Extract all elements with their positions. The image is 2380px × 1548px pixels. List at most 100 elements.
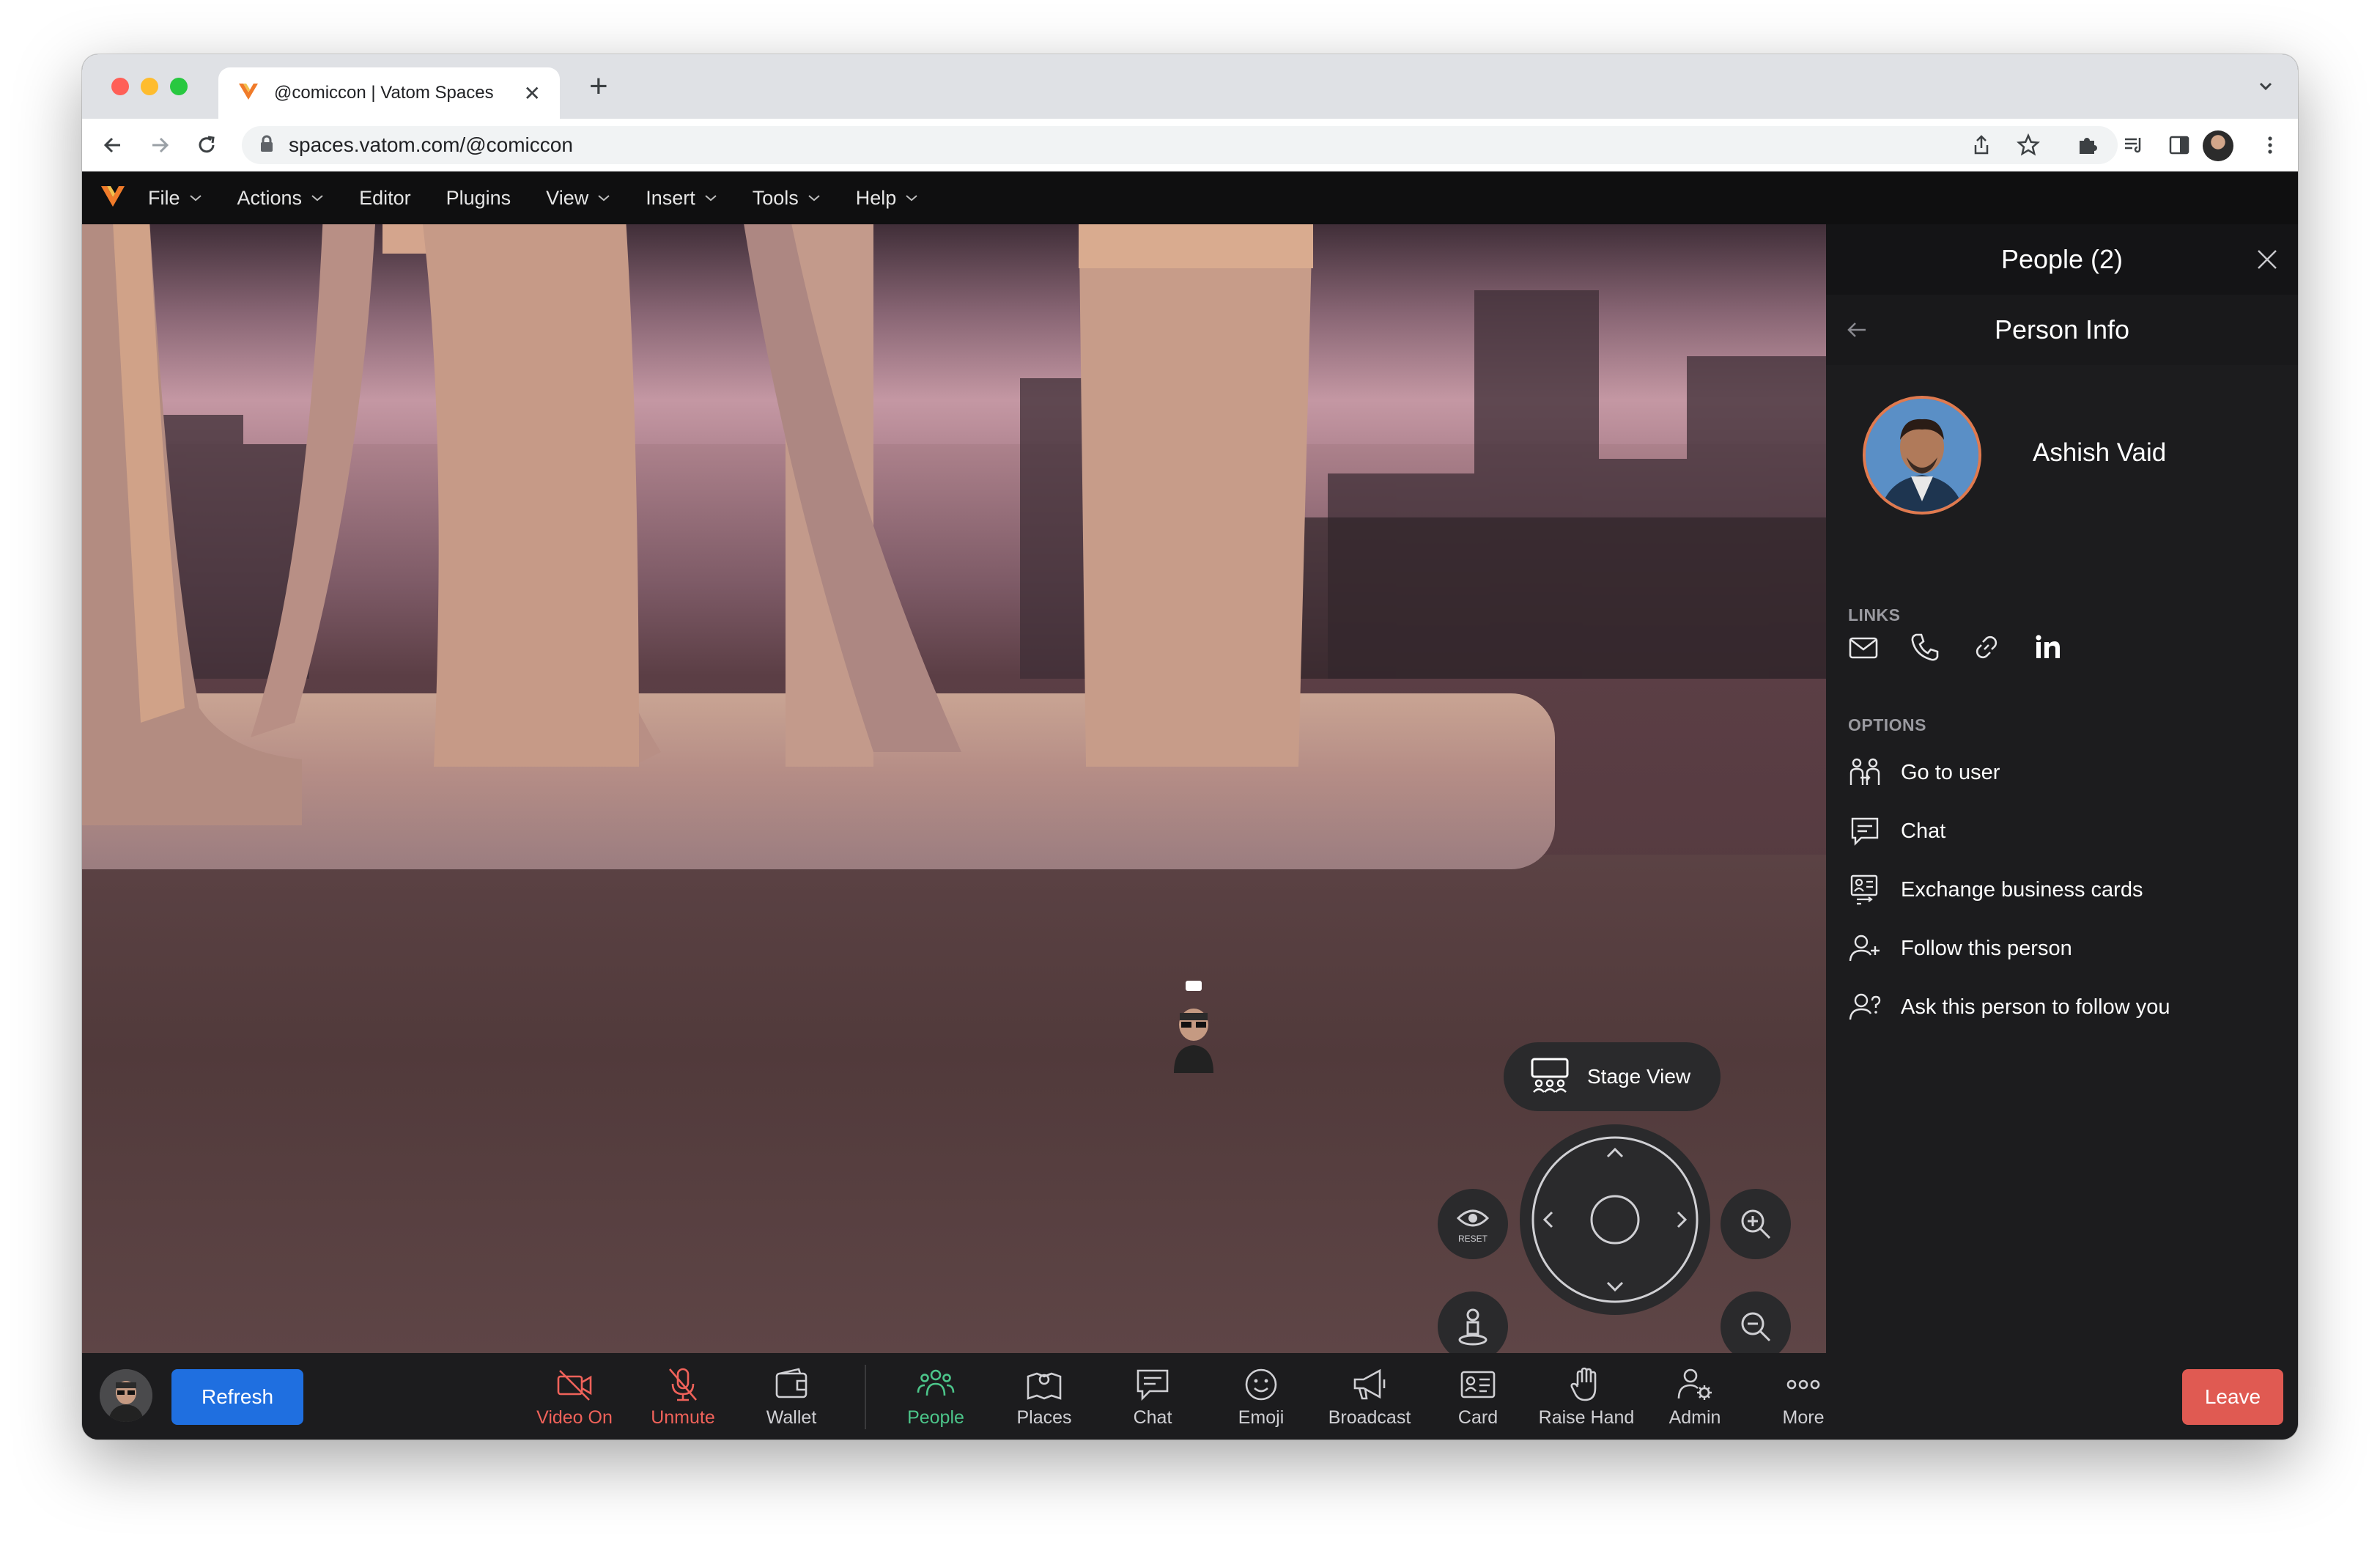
- close-icon[interactable]: [2255, 248, 2279, 275]
- menu-editor[interactable]: Editor: [359, 187, 411, 210]
- option-exchange-cards-label: Exchange business cards: [1901, 877, 2143, 902]
- forward-arrow-icon[interactable]: [148, 133, 171, 157]
- wallet-button[interactable]: Wallet: [736, 1366, 846, 1432]
- chevron-down-icon: [906, 195, 917, 202]
- people-button[interactable]: People: [881, 1366, 991, 1432]
- pillar-right: [1079, 224, 1313, 767]
- linkedin-icon[interactable]: [2033, 632, 2063, 663]
- close-window-button[interactable]: [111, 78, 129, 95]
- menu-help[interactable]: Help: [856, 187, 919, 210]
- refresh-button[interactable]: Refresh: [171, 1369, 303, 1425]
- option-ask-follow-label: Ask this person to follow you: [1901, 995, 2170, 1019]
- tab-search-chevron-icon[interactable]: [2255, 76, 2276, 100]
- vatom-logo-icon[interactable]: [100, 185, 126, 212]
- menu-actions[interactable]: Actions: [237, 187, 325, 210]
- address-bar[interactable]: spaces.vatom.com/@comiccon: [242, 126, 2118, 164]
- app-menu-bar: File Actions Editor Plugins View Insert …: [82, 172, 2298, 224]
- movement-joystick[interactable]: [1520, 1124, 1710, 1315]
- zoom-in-button[interactable]: [1721, 1189, 1791, 1259]
- browser-window: @comiccon | Vatom Spaces ✕ + spaces.vato…: [82, 54, 2298, 1440]
- menu-actions-label: Actions: [237, 186, 303, 209]
- menu-plugins-label: Plugins: [446, 186, 511, 209]
- follow-person-icon: [1849, 935, 1880, 962]
- chevron-down-icon: [311, 195, 323, 202]
- video-toggle-button[interactable]: Video On: [520, 1366, 629, 1432]
- maximize-window-button[interactable]: [170, 78, 188, 95]
- options-section-label: OPTIONS: [1848, 715, 1927, 734]
- minimize-window-button[interactable]: [141, 78, 158, 95]
- toolbar-divider: [865, 1365, 866, 1429]
- browser-menu-icon[interactable]: [2258, 133, 2282, 157]
- stage-view-label: Stage View: [1587, 1065, 1691, 1088]
- places-button[interactable]: Places: [989, 1366, 1099, 1432]
- extensions-puzzle-icon[interactable]: [2075, 133, 2099, 157]
- panel-header: People (2): [1826, 224, 2298, 295]
- browser-profile-avatar[interactable]: [2203, 130, 2233, 161]
- chat-button[interactable]: Chat: [1098, 1366, 1208, 1432]
- more-button[interactable]: More: [1748, 1366, 1858, 1432]
- stage-view-button[interactable]: Stage View: [1504, 1042, 1721, 1111]
- bottom-toolbar: Refresh Video On Unmute Wallet People Pl…: [82, 1353, 2298, 1440]
- menu-help-label: Help: [855, 186, 897, 209]
- share-icon[interactable]: [1970, 133, 1993, 157]
- back-arrow-icon[interactable]: [1845, 318, 1869, 345]
- chat-icon: [1851, 817, 1879, 846]
- self-avatar[interactable]: [100, 1369, 152, 1422]
- option-follow-person[interactable]: Follow this person: [1848, 926, 2072, 970]
- chevron-down-icon: [189, 195, 202, 202]
- close-tab-icon[interactable]: ✕: [524, 81, 541, 106]
- email-icon[interactable]: [1848, 632, 1879, 663]
- option-ask-follow[interactable]: Ask this person to follow you: [1848, 985, 2170, 1029]
- menu-view[interactable]: View: [546, 187, 610, 210]
- option-exchange-cards[interactable]: Exchange business cards: [1848, 868, 2143, 912]
- video-toggle-label: Video On: [536, 1407, 613, 1428]
- chevron-down-icon: [705, 195, 717, 202]
- raise-hand-button[interactable]: Raise Hand: [1531, 1366, 1641, 1432]
- browser-tab[interactable]: @comiccon | Vatom Spaces ✕: [218, 67, 560, 119]
- menu-tools-label: Tools: [752, 186, 799, 209]
- emoji-icon: [1245, 1368, 1277, 1401]
- card-button[interactable]: Card: [1423, 1366, 1533, 1432]
- people-panel: People (2) Person Info Ashish Vaid LINKS: [1826, 224, 2298, 1353]
- option-go-to-user[interactable]: Go to user: [1848, 751, 2000, 795]
- emoji-button[interactable]: Emoji: [1206, 1366, 1316, 1432]
- menu-tools[interactable]: Tools: [753, 187, 821, 210]
- back-arrow-icon[interactable]: [101, 133, 125, 157]
- chevron-down-icon: [808, 195, 820, 202]
- menu-file[interactable]: File: [148, 187, 202, 210]
- bookmark-star-icon[interactable]: [2016, 133, 2041, 157]
- pillar-center: [422, 224, 961, 767]
- phone-icon[interactable]: [1910, 632, 1940, 663]
- lock-icon: [259, 135, 274, 156]
- reset-view-button[interactable]: RESET: [1438, 1189, 1508, 1259]
- new-tab-button[interactable]: +: [589, 70, 608, 103]
- wallet-icon: [775, 1368, 808, 1398]
- admin-label: Admin: [1668, 1407, 1721, 1428]
- menu-insert-label: Insert: [646, 186, 695, 209]
- side-panel-icon[interactable]: [2168, 133, 2191, 157]
- 3d-scene-viewport[interactable]: Stage View RESET: [82, 224, 1826, 1353]
- menu-editor-label: Editor: [359, 186, 411, 209]
- reload-icon[interactable]: [195, 133, 218, 157]
- tab-strip: @comiccon | Vatom Spaces ✕ +: [82, 54, 2298, 119]
- menu-insert[interactable]: Insert: [646, 187, 717, 210]
- person-name: Ashish Vaid: [2033, 438, 2167, 467]
- broadcast-button[interactable]: Broadcast: [1315, 1366, 1424, 1432]
- raise-hand-icon: [1570, 1367, 1597, 1401]
- video-off-icon: [557, 1370, 592, 1401]
- go-to-user-icon: [1849, 758, 1880, 785]
- admin-button[interactable]: Admin: [1640, 1366, 1750, 1432]
- link-icon[interactable]: [1971, 632, 2002, 663]
- places-icon: [1027, 1372, 1062, 1400]
- leave-button[interactable]: Leave: [2182, 1369, 2283, 1425]
- url-text: spaces.vatom.com/@comiccon: [289, 133, 573, 156]
- menu-file-label: File: [148, 186, 180, 209]
- chevron-down-icon: [598, 195, 610, 202]
- reading-list-icon[interactable]: [2122, 133, 2146, 157]
- mute-toggle-button[interactable]: Unmute: [628, 1366, 738, 1432]
- user-avatar-figure[interactable]: [1161, 981, 1227, 1076]
- option-chat[interactable]: Chat: [1848, 809, 1945, 853]
- menu-plugins[interactable]: Plugins: [446, 187, 511, 210]
- option-chat-label: Chat: [1901, 819, 1946, 843]
- ask-follow-icon: [1849, 993, 1881, 1020]
